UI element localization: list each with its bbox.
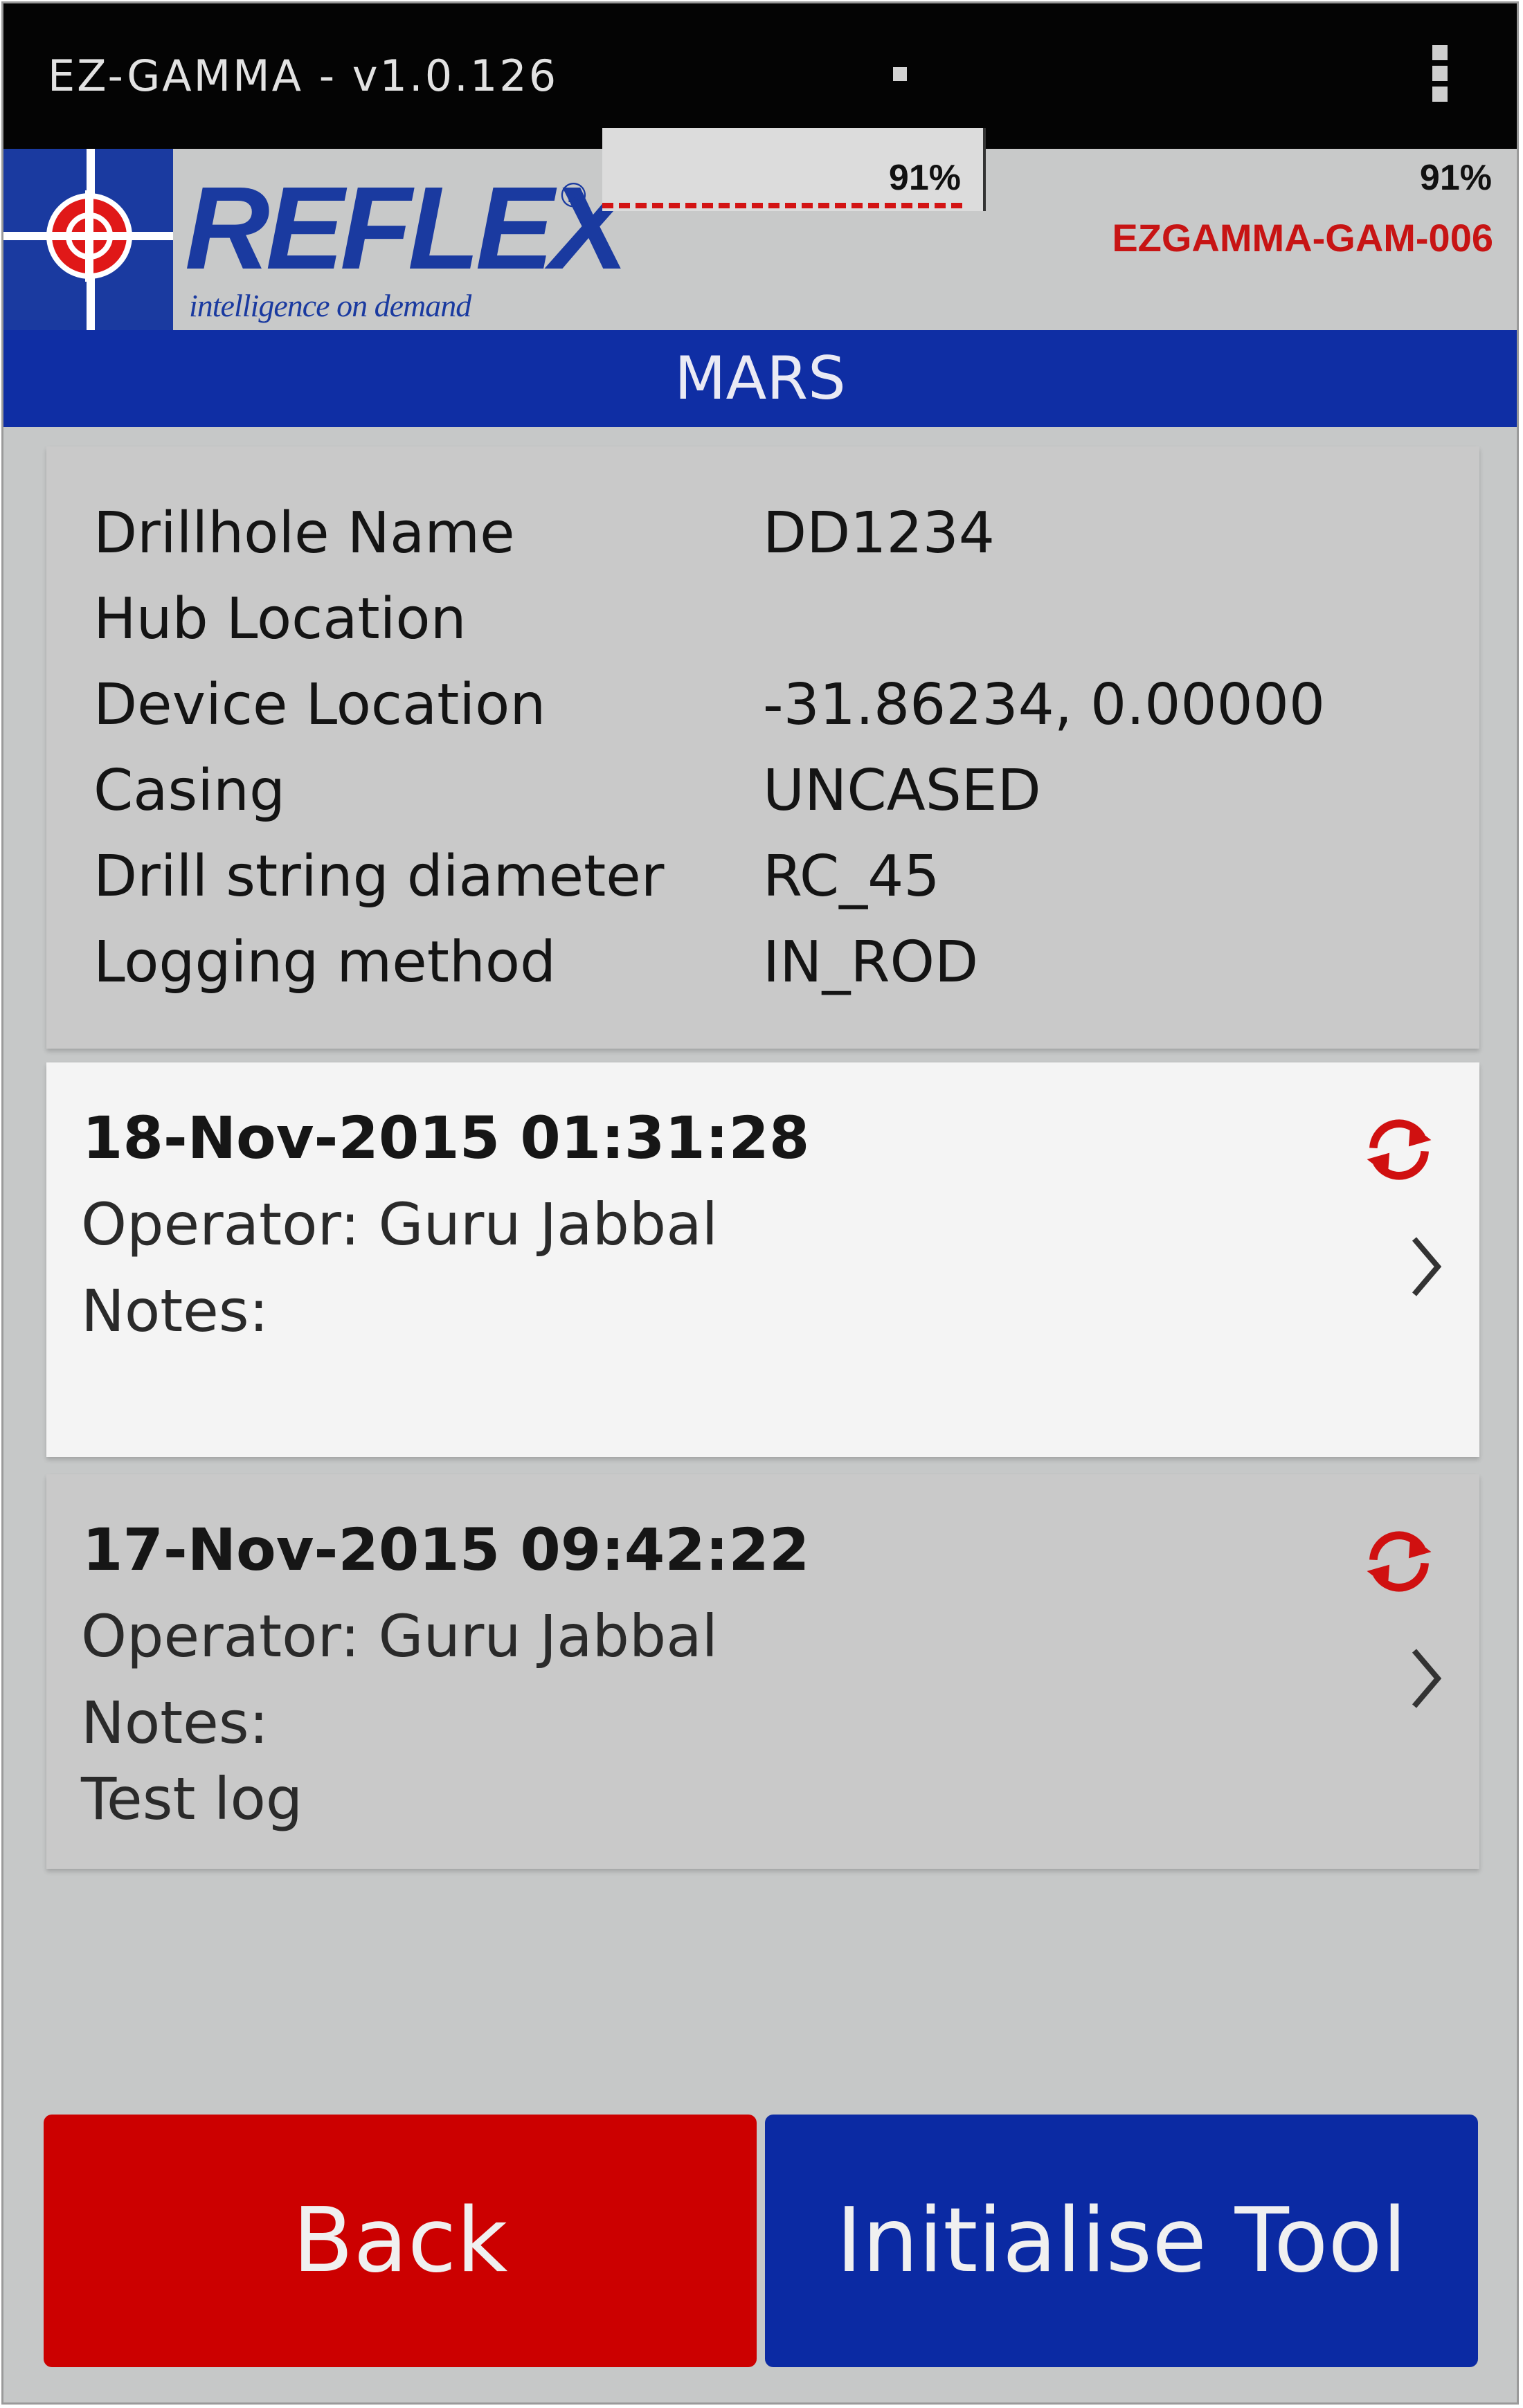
sync-icon[interactable] bbox=[1359, 1521, 1439, 1602]
project-name: MARS bbox=[674, 344, 846, 413]
info-label-drillhole-name: Drillhole Name bbox=[93, 500, 515, 566]
initialise-tool-button[interactable]: Initialise Tool bbox=[765, 2115, 1478, 2367]
info-value-drill-string-diameter: RC_45 bbox=[763, 844, 940, 909]
info-label-logging-method: Logging method bbox=[93, 930, 557, 995]
reflex-logo-text: REFLEX bbox=[185, 163, 629, 294]
app-title: EZ-GAMMA - v1.0.126 bbox=[48, 51, 559, 101]
log-operator: Operator: Guru Jabbal bbox=[81, 1602, 719, 1670]
log-notes-label: Notes: bbox=[81, 1277, 269, 1345]
device-panel-primary: 91% bbox=[602, 128, 986, 211]
reflex-logo-mark bbox=[3, 149, 173, 330]
log-operator: Operator: Guru Jabbal bbox=[81, 1191, 719, 1258]
log-datetime: 18-Nov-2015 01:31:28 bbox=[82, 1104, 810, 1172]
info-label-hub-location: Hub Location bbox=[93, 586, 467, 652]
log-datetime: 17-Nov-2015 09:42:22 bbox=[82, 1516, 810, 1584]
action-bar: EZ-GAMMA - v1.0.126 bbox=[3, 3, 1517, 149]
sync-icon[interactable] bbox=[1359, 1110, 1439, 1190]
log-list-item[interactable]: 17-Nov-2015 09:42:22 Operator: Guru Jabb… bbox=[46, 1474, 1479, 1869]
info-label-drill-string-diameter: Drill string diameter bbox=[93, 844, 665, 909]
back-button[interactable]: Back bbox=[44, 2115, 757, 2367]
battery-level-secondary: 91% bbox=[1419, 158, 1492, 198]
crosshair-icon bbox=[44, 190, 135, 282]
log-notes: Test log bbox=[81, 1765, 303, 1833]
info-value-casing: UNCASED bbox=[763, 758, 1041, 824]
info-value-drillhole-name: DD1234 bbox=[763, 500, 995, 566]
overflow-menu-icon[interactable] bbox=[1426, 45, 1454, 107]
project-title-bar: MARS bbox=[3, 330, 1517, 427]
header: REFLEX ® intelligence on demand 91% 91% … bbox=[3, 128, 1517, 330]
battery-level-primary: 91% bbox=[888, 158, 961, 198]
status-dot-icon bbox=[893, 67, 907, 81]
info-value-device-location: -31.86234, 0.00000 bbox=[763, 672, 1326, 738]
logo-tagline: intelligence on demand bbox=[189, 288, 471, 323]
device-id: EZGAMMA-GAM-006 bbox=[1112, 216, 1493, 260]
info-label-casing: Casing bbox=[93, 758, 286, 824]
registered-mark: ® bbox=[561, 176, 586, 215]
device-signal-dashes bbox=[602, 203, 962, 208]
info-label-device-location: Device Location bbox=[93, 672, 546, 738]
chevron-right-icon[interactable] bbox=[1402, 1229, 1450, 1305]
log-list-item[interactable]: 18-Nov-2015 01:31:28 Operator: Guru Jabb… bbox=[46, 1062, 1479, 1457]
drillhole-info-card: Drillhole Name DD1234 Hub Location Devic… bbox=[46, 446, 1479, 1049]
chevron-right-icon[interactable] bbox=[1402, 1640, 1450, 1717]
info-value-logging-method: IN_ROD bbox=[763, 930, 979, 995]
log-notes-label: Notes: bbox=[81, 1689, 269, 1757]
app-frame: EZ-GAMMA - v1.0.126 REFLEX ® intelligenc… bbox=[1, 1, 1519, 2405]
